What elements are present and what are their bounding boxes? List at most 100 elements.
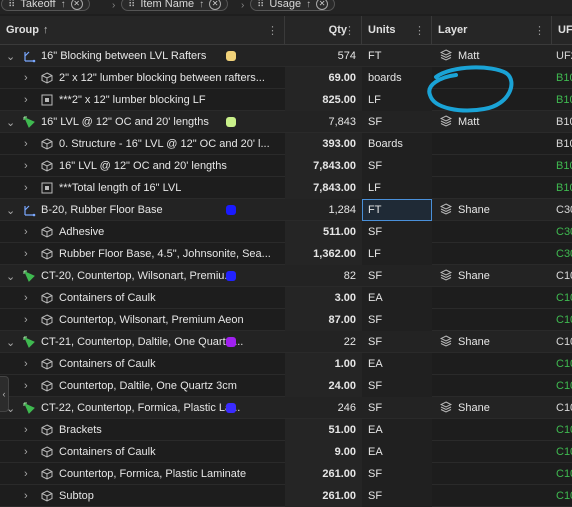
table-row[interactable]: › Containers of Caulk 1.00EA C10 <box>0 353 572 375</box>
units-cell[interactable]: Boards <box>362 133 432 155</box>
expand-chevron-icon[interactable]: › <box>24 226 34 238</box>
qty-cell[interactable]: 246 <box>285 397 362 419</box>
qty-cell[interactable]: 825.00 <box>285 89 362 111</box>
expand-chevron-icon[interactable]: › <box>24 314 34 326</box>
group-by-chip-item-name[interactable]: ⠿ Item Name ↑ ✕ <box>121 0 229 11</box>
column-header-layer[interactable]: Layer ⋮ <box>432 16 552 44</box>
expand-chevron-icon[interactable]: ⌄ <box>6 50 16 63</box>
table-row[interactable]: › Containers of Caulk 9.00EA C10 <box>0 441 572 463</box>
color-swatch[interactable] <box>226 205 236 215</box>
layer-cell[interactable] <box>432 309 552 331</box>
expand-chevron-icon[interactable]: › <box>24 446 34 458</box>
qty-cell[interactable]: 82 <box>285 265 362 287</box>
units-cell[interactable]: FT <box>362 199 432 221</box>
units-cell[interactable]: SF <box>362 397 432 419</box>
group-cell[interactable]: › ***2" x 12" lumber blocking LF <box>0 89 285 111</box>
qty-cell[interactable]: 51.00 <box>285 419 362 441</box>
qty-cell[interactable]: 574 <box>285 45 362 67</box>
qty-cell[interactable]: 3.00 <box>285 287 362 309</box>
layer-cell[interactable] <box>432 485 552 507</box>
layer-cell[interactable] <box>432 177 552 199</box>
group-cell[interactable]: › Rubber Floor Base, 4.5", Johnsonite, Se… <box>0 243 285 265</box>
expand-chevron-icon[interactable]: › <box>24 72 34 84</box>
units-cell[interactable]: SF <box>362 265 432 287</box>
uf2-cell[interactable]: C10 <box>552 287 572 309</box>
expand-chevron-icon[interactable]: ⌄ <box>6 270 16 283</box>
color-swatch[interactable] <box>226 117 236 127</box>
qty-cell[interactable]: 22 <box>285 331 362 353</box>
uf2-cell[interactable]: C10 <box>552 331 572 353</box>
units-cell[interactable]: SF <box>362 155 432 177</box>
group-cell[interactable]: ⌄ CT-22, Countertop, Formica, Plastic La.… <box>0 397 285 419</box>
layer-cell[interactable] <box>432 463 552 485</box>
table-row[interactable]: › Adhesive 511.00SF C30 <box>0 221 572 243</box>
remove-chip-icon[interactable]: ✕ <box>70 0 83 10</box>
column-header-group[interactable]: Group ↑ ⋮ <box>0 16 285 44</box>
group-cell[interactable]: › Subtop <box>0 485 285 507</box>
qty-cell[interactable]: 393.00 <box>285 133 362 155</box>
layer-cell[interactable] <box>432 353 552 375</box>
column-menu-icon[interactable]: ⋮ <box>534 24 545 37</box>
qty-cell[interactable]: 9.00 <box>285 441 362 463</box>
group-cell[interactable]: › Countertop, Wilsonart, Premium Aeon <box>0 309 285 331</box>
uf2-cell[interactable]: C10 <box>552 265 572 287</box>
expand-chevron-icon[interactable]: › <box>24 248 34 260</box>
layer-cell[interactable]: Shane <box>432 265 552 287</box>
units-cell[interactable]: EA <box>362 287 432 309</box>
group-cell[interactable]: › Countertop, Daltile, One Quartz 3cm <box>0 375 285 397</box>
table-row[interactable]: › Containers of Caulk 3.00EA C10 <box>0 287 572 309</box>
uf2-cell[interactable]: C10 <box>552 397 572 419</box>
table-group-row[interactable]: ⌄ CT-22, Countertop, Formica, Plastic La.… <box>0 397 572 419</box>
qty-cell[interactable]: 1.00 <box>285 353 362 375</box>
uf2-cell[interactable]: B10 <box>552 155 572 177</box>
expand-chevron-icon[interactable]: › <box>24 468 34 480</box>
uf2-cell[interactable]: C30 <box>552 221 572 243</box>
uf2-cell[interactable]: C10 <box>552 309 572 331</box>
group-cell[interactable]: › Brackets <box>0 419 285 441</box>
collapse-panel-handle[interactable]: ‹ <box>0 376 9 412</box>
units-cell[interactable]: EA <box>362 441 432 463</box>
qty-cell[interactable]: 7,843 <box>285 111 362 133</box>
table-row[interactable]: › 16" LVL @ 12" OC and 20' lengths 7,843.0… <box>0 155 572 177</box>
units-cell[interactable]: LF <box>362 177 432 199</box>
group-cell[interactable]: ⌄ CT-21, Countertop, Daltile, One Quartz … <box>0 331 285 353</box>
qty-cell[interactable]: 7,843.00 <box>285 177 362 199</box>
uf2-cell[interactable]: B10 <box>552 89 572 111</box>
expand-chevron-icon[interactable]: › <box>24 160 34 172</box>
remove-chip-icon[interactable]: ✕ <box>209 0 222 10</box>
group-cell[interactable]: › ***Total length of 16" LVL <box>0 177 285 199</box>
color-swatch[interactable] <box>226 403 236 413</box>
expand-chevron-icon[interactable]: › <box>24 182 34 194</box>
qty-cell[interactable]: 87.00 <box>285 309 362 331</box>
table-row[interactable]: › Countertop, Wilsonart, Premium Aeon 87.0… <box>0 309 572 331</box>
expand-chevron-icon[interactable]: › <box>24 380 34 392</box>
expand-chevron-icon[interactable]: ⌄ <box>6 204 16 217</box>
group-cell[interactable]: ⌄ 16" LVL @ 12" OC and 20' lengths <box>0 111 285 133</box>
uf2-cell[interactable]: B10 <box>552 67 572 89</box>
layer-cell[interactable] <box>432 287 552 309</box>
uf2-cell[interactable]: C30 <box>552 199 572 221</box>
drag-handle-icon[interactable]: ⠿ <box>128 0 135 10</box>
expand-chevron-icon[interactable]: ⌄ <box>6 336 16 349</box>
column-header-units[interactable]: Units ⋮ <box>362 16 432 44</box>
units-cell[interactable]: SF <box>362 463 432 485</box>
expand-chevron-icon[interactable]: › <box>24 138 34 150</box>
expand-chevron-icon[interactable]: › <box>24 292 34 304</box>
column-menu-icon[interactable]: ⋮ <box>344 24 355 37</box>
uf2-cell[interactable]: C10 <box>552 375 572 397</box>
qty-cell[interactable]: 1,284 <box>285 199 362 221</box>
uf2-cell[interactable]: B10 <box>552 177 572 199</box>
qty-cell[interactable]: 511.00 <box>285 221 362 243</box>
uf2-cell[interactable]: C10 <box>552 485 572 507</box>
units-cell[interactable]: LF <box>362 243 432 265</box>
qty-cell[interactable]: 24.00 <box>285 375 362 397</box>
table-row[interactable]: › Brackets 51.00EA C10 <box>0 419 572 441</box>
group-cell[interactable]: › Adhesive <box>0 221 285 243</box>
units-cell[interactable]: SF <box>362 309 432 331</box>
layer-cell[interactable] <box>432 419 552 441</box>
sort-ascending-icon[interactable]: ↑ <box>61 0 66 10</box>
table-row[interactable]: › Countertop, Formica, Plastic Laminate 26… <box>0 463 572 485</box>
group-cell[interactable]: ⌄ B-20, Rubber Floor Base <box>0 199 285 221</box>
table-group-row[interactable]: ⌄ CT-20, Countertop, Wilsonart, Premiu...… <box>0 265 572 287</box>
group-cell[interactable]: › Countertop, Formica, Plastic Laminate <box>0 463 285 485</box>
